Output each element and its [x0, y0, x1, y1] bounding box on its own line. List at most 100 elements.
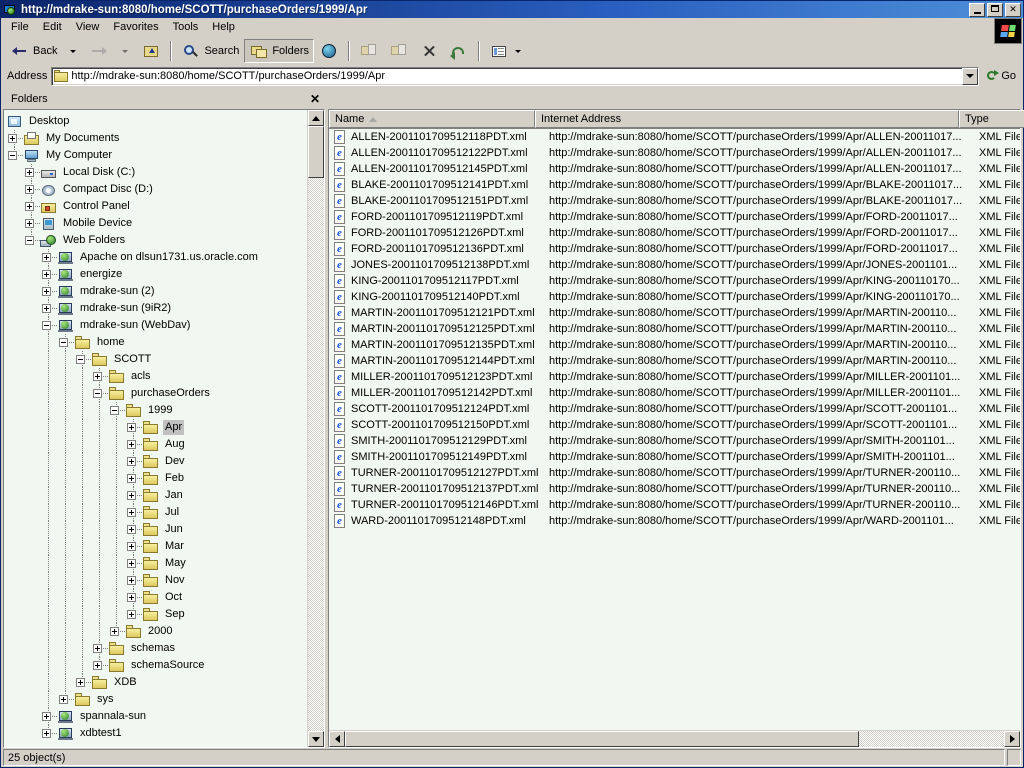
file-list-row[interactable]: eTURNER-2001101709512127PDT.xmlhttp://md… [329, 465, 1020, 481]
tree-item-energize[interactable]: energize [6, 266, 307, 283]
folder-tree[interactable]: DesktopMy DocumentsMy ComputerLocal Disk… [4, 110, 307, 747]
history-button[interactable] [314, 39, 344, 63]
views-button[interactable] [484, 39, 529, 63]
expand-icon[interactable] [42, 287, 51, 296]
tree-item-acls[interactable]: acls [6, 368, 307, 385]
expand-icon[interactable] [127, 559, 136, 568]
file-list-row[interactable]: eTURNER-2001101709512146PDT.xmlhttp://md… [329, 497, 1020, 513]
file-list-row[interactable]: eSMITH-2001101709512129PDT.xmlhttp://mdr… [329, 433, 1020, 449]
address-combobox[interactable] [51, 67, 979, 86]
file-list-row[interactable]: eTURNER-2001101709512137PDT.xmlhttp://md… [329, 481, 1020, 497]
collapse-icon[interactable] [25, 236, 34, 245]
menu-favorites[interactable]: Favorites [106, 19, 165, 36]
expand-icon[interactable] [127, 525, 136, 534]
file-list-row[interactable]: eJONES-2001101709512138PDT.xmlhttp://mdr… [329, 257, 1020, 273]
file-list-row[interactable]: eMARTIN-2001101709512135PDT.xmlhttp://md… [329, 337, 1020, 353]
expand-icon[interactable] [93, 372, 102, 381]
forward-dropdown-button[interactable] [114, 39, 136, 63]
minimize-button[interactable] [969, 3, 985, 17]
close-icon[interactable]: ✕ [307, 91, 323, 107]
expand-icon[interactable] [127, 542, 136, 551]
tree-item-jun[interactable]: Jun [6, 521, 307, 538]
file-list-row[interactable]: eFORD-2001101709512119PDT.xmlhttp://mdra… [329, 209, 1020, 225]
back-dropdown-button[interactable] [62, 39, 84, 63]
tree-item-my-computer[interactable]: My Computer [6, 147, 307, 164]
file-list-row[interactable]: eALLEN-2001101709512145PDT.xmlhttp://mdr… [329, 161, 1020, 177]
go-button[interactable]: Go [983, 69, 1021, 83]
menu-view[interactable]: View [69, 19, 107, 36]
file-list-row[interactable]: eBLAKE-2001101709512151PDT.xmlhttp://mdr… [329, 193, 1020, 209]
tree-item-xdb[interactable]: XDB [6, 674, 307, 691]
tree-item-dev[interactable]: Dev [6, 453, 307, 470]
file-list-row[interactable]: eALLEN-2001101709512118PDT.xmlhttp://mdr… [329, 129, 1020, 145]
expand-icon[interactable] [42, 729, 51, 738]
file-list-row[interactable]: eALLEN-2001101709512122PDT.xmlhttp://mdr… [329, 145, 1020, 161]
expand-icon[interactable] [127, 508, 136, 517]
tree-item-2000[interactable]: 2000 [6, 623, 307, 640]
scroll-left-button[interactable] [329, 731, 345, 747]
expand-icon[interactable] [127, 593, 136, 602]
copy-to-button[interactable] [384, 39, 414, 63]
expand-icon[interactable] [127, 610, 136, 619]
expand-icon[interactable] [127, 491, 136, 500]
file-list-row[interactable]: eMILLER-2001101709512142PDT.xmlhttp://md… [329, 385, 1020, 401]
tree-item-sep[interactable]: Sep [6, 606, 307, 623]
search-button[interactable]: Search [176, 39, 244, 63]
expand-icon[interactable] [42, 304, 51, 313]
column-header-name[interactable]: Name [329, 110, 535, 128]
file-list-row[interactable]: eSCOTT-2001101709512124PDT.xmlhttp://mdr… [329, 401, 1020, 417]
collapse-icon[interactable] [8, 151, 17, 160]
address-dropdown-button[interactable] [962, 68, 978, 85]
expand-icon[interactable] [42, 712, 51, 721]
close-button[interactable]: ✕ [1005, 3, 1021, 17]
column-header-internet-address[interactable]: Internet Address [535, 110, 959, 128]
collapse-icon[interactable] [76, 355, 85, 364]
tree-item-1999[interactable]: 1999 [6, 402, 307, 419]
tree-item-mobile-device[interactable]: Mobile Device [6, 215, 307, 232]
tree-item-feb[interactable]: Feb [6, 470, 307, 487]
file-list-body[interactable]: eALLEN-2001101709512118PDT.xmlhttp://mdr… [329, 129, 1020, 730]
tree-item-compact-disc-d[interactable]: Compact Disc (D:) [6, 181, 307, 198]
restore-button[interactable] [987, 3, 1003, 17]
up-button[interactable] [136, 39, 166, 63]
scroll-thumb[interactable] [308, 126, 324, 178]
file-list-row[interactable]: eMARTIN-2001101709512144PDT.xmlhttp://md… [329, 353, 1020, 369]
tree-item-control-panel[interactable]: Control Panel [6, 198, 307, 215]
file-list-row[interactable]: eWARD-2001101709512148PDT.xmlhttp://mdra… [329, 513, 1020, 529]
hscroll-track[interactable] [345, 731, 1004, 747]
back-button[interactable]: Back [5, 39, 62, 63]
undo-button[interactable] [444, 39, 474, 63]
tree-item-nov[interactable]: Nov [6, 572, 307, 589]
scroll-up-button[interactable] [308, 110, 324, 126]
file-list-row[interactable]: eMARTIN-2001101709512121PDT.xmlhttp://md… [329, 305, 1020, 321]
address-input[interactable] [71, 70, 962, 82]
expand-icon[interactable] [59, 695, 68, 704]
collapse-icon[interactable] [59, 338, 68, 347]
tree-item-xdbtest1[interactable]: xdbtest1 [6, 725, 307, 742]
tree-item-mdrake-sun-9ir2[interactable]: mdrake-sun (9iR2) [6, 300, 307, 317]
expand-icon[interactable] [25, 219, 34, 228]
tree-item-oct[interactable]: Oct [6, 589, 307, 606]
expand-icon[interactable] [42, 270, 51, 279]
tree-item-schemasource[interactable]: schemaSource [6, 657, 307, 674]
tree-item-may[interactable]: May [6, 555, 307, 572]
file-list-row[interactable]: eKING-2001101709512140PDT.xmlhttp://mdra… [329, 289, 1020, 305]
tree-item-mdrake-sun-webdav[interactable]: mdrake-sun (WebDav) [6, 317, 307, 334]
expand-icon[interactable] [8, 134, 17, 143]
tree-item-desktop[interactable]: Desktop [6, 113, 307, 130]
hscroll-thumb[interactable] [345, 731, 859, 747]
file-list-row[interactable]: eFORD-2001101709512136PDT.xmlhttp://mdra… [329, 241, 1020, 257]
expand-icon[interactable] [42, 253, 51, 262]
expand-icon[interactable] [127, 576, 136, 585]
file-list-hscrollbar[interactable] [329, 730, 1020, 747]
tree-item-mar[interactable]: Mar [6, 538, 307, 555]
expand-icon[interactable] [25, 202, 34, 211]
tree-item-mdrake-sun-2[interactable]: mdrake-sun (2) [6, 283, 307, 300]
file-list-row[interactable]: eSCOTT-2001101709512150PDT.xmlhttp://mdr… [329, 417, 1020, 433]
expand-icon[interactable] [127, 423, 136, 432]
expand-icon[interactable] [25, 185, 34, 194]
file-list-row[interactable]: eKING-2001101709512117PDT.xmlhttp://mdra… [329, 273, 1020, 289]
file-list-row[interactable]: eSMITH-2001101709512149PDT.xmlhttp://mdr… [329, 449, 1020, 465]
tree-item-scott[interactable]: SCOTT [6, 351, 307, 368]
tree-item-purchaseorders[interactable]: purchaseOrders [6, 385, 307, 402]
